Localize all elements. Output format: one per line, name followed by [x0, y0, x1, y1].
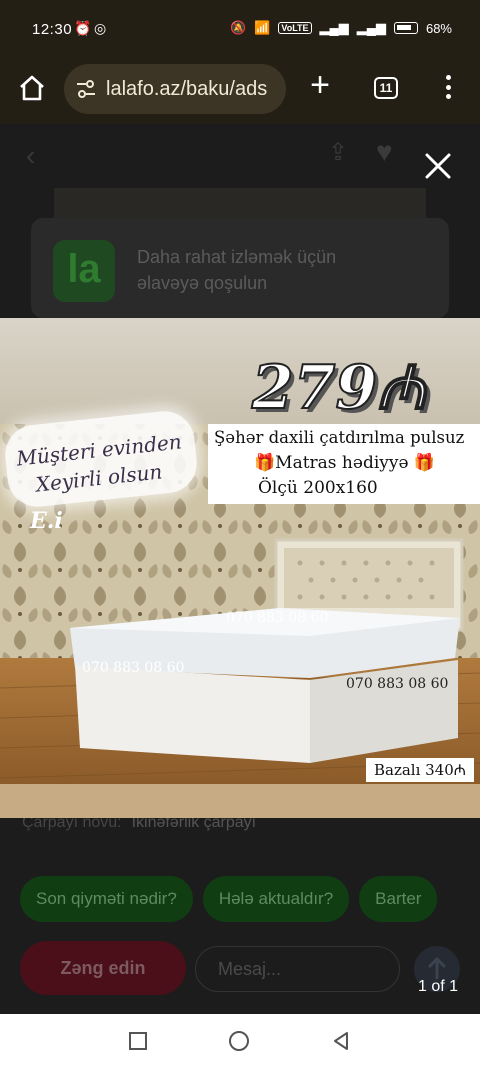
call-button: Zəng edin	[20, 941, 186, 995]
photo-counter: 1 of 1	[418, 978, 459, 995]
system-nav-bar	[0, 1014, 480, 1066]
watermark-initials: E.i	[30, 508, 63, 534]
mute-icon: 🔕	[229, 20, 247, 35]
tab-switcher-button[interactable]: 11	[374, 77, 398, 99]
phone-watermark-1: 070 883 08 60	[226, 610, 329, 626]
message-input: Mesaj...	[195, 946, 400, 992]
heart-icon: ♥	[376, 136, 393, 167]
quick-reply-price: Son qiyməti nədir?	[20, 876, 193, 922]
url-bar[interactable]: lalafo.az/baku/ads	[64, 64, 286, 114]
quick-reply-barter: Barter	[359, 876, 438, 922]
banner-line-1: Daha rahat izləmək üçün	[137, 247, 337, 267]
signal-icon: ▂▄▆	[319, 20, 349, 35]
listing-photo[interactable]: 279₼ Müşteri evinden Xeyirli olsun E.i Ş…	[0, 318, 480, 818]
base-price-tag: Bazalı 340₼	[366, 758, 474, 782]
signal-icon-2: ▂▄▆	[356, 20, 386, 35]
lalafo-logo: la	[53, 240, 115, 302]
site-settings-icon[interactable]	[74, 77, 98, 101]
home-nav-icon[interactable]	[228, 1030, 250, 1052]
app-install-banner: la Daha rahat izləmək üçün əlavəyə qoşul…	[31, 218, 449, 318]
status-time: 12:30	[32, 21, 73, 38]
home-icon[interactable]	[16, 72, 48, 104]
battery-icon	[393, 22, 418, 34]
phone-watermark-3: 070 883 08 60	[346, 676, 449, 692]
info-line-1: Şəhər daxili çatdırılma pulsuz	[214, 428, 465, 447]
more-menu-icon[interactable]	[440, 72, 456, 102]
close-icon[interactable]	[420, 148, 456, 184]
info-line-2: 🎁Matras hədiyyə 🎁	[254, 453, 436, 473]
url-text: lalafo.az/baku/ads	[106, 77, 268, 100]
photo-price: 279₼	[251, 352, 427, 424]
quick-reply-actual: Hələ aktualdır?	[202, 876, 350, 922]
status-bar: 12:30 ⏰ ◎ 🔕 📶 VoLTE ▂▄▆ ▂▄▆ 68%	[0, 0, 480, 58]
battery-percent: 68%	[425, 20, 452, 36]
phone-watermark-2: 070 883 08 60	[82, 660, 185, 676]
banner-line-2: əlavəyə qoşulun	[137, 273, 268, 293]
info-line-3: Ölçü 200x160	[258, 478, 378, 498]
browser-toolbar: lalafo.az/baku/ads + 11	[0, 58, 480, 124]
instagram-icon: ◎	[94, 20, 107, 36]
back-icon: ‹	[26, 140, 36, 171]
wifi-icon: 📶	[254, 20, 271, 35]
back-nav-icon[interactable]	[330, 1030, 352, 1052]
new-tab-button[interactable]: +	[305, 68, 335, 102]
quick-replies: Son qiyməti nədir? Hələ aktualdır? Barte…	[20, 876, 438, 922]
alarm-icon: ⏰	[74, 20, 92, 36]
share-icon: ⇪	[328, 139, 349, 166]
recents-icon[interactable]	[127, 1030, 149, 1052]
volte-badge: VoLTE	[278, 22, 312, 34]
